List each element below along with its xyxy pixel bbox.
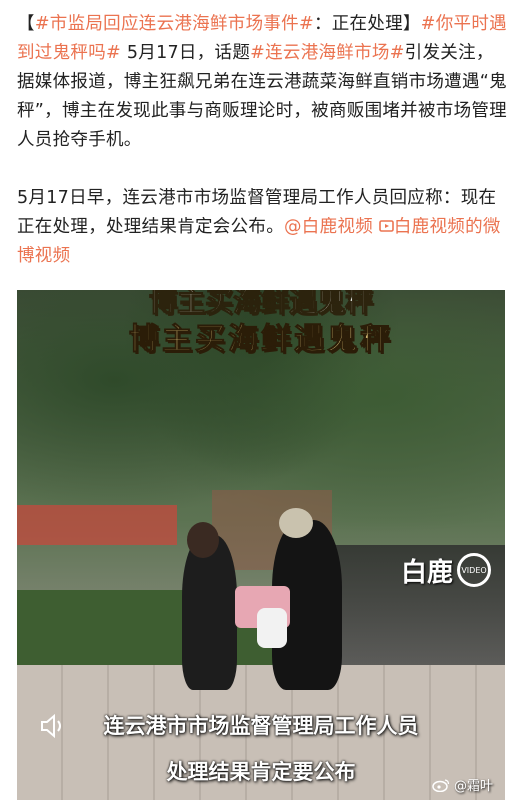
bailu-watermark-text: 白鹿 bbox=[400, 557, 453, 588]
person-man-hat bbox=[279, 508, 313, 538]
post-paragraph-1: 【#市监局回应连云港海鲜市场事件#：正在处理】#你平时遇到过鬼秤吗# 5月17日… bbox=[17, 10, 509, 155]
bracket-text: 【 bbox=[17, 14, 35, 34]
post-text: 5月17日，话题 bbox=[120, 43, 251, 63]
topic-link-seafood-market[interactable]: #连云港海鲜市场# bbox=[250, 43, 405, 63]
white-bag bbox=[257, 608, 287, 648]
bailu-watermark-logo: VIDEO bbox=[457, 553, 491, 587]
video-thumbnail[interactable]: 博主买海鲜遇鬼秤 博主买海鲜遇鬼秤 白鹿 VIDEO 连云港市市场监督管理局工作… bbox=[17, 290, 505, 800]
person-woman-head bbox=[187, 522, 219, 558]
post-text: ：正在处理】 bbox=[313, 14, 421, 34]
person-woman bbox=[182, 535, 237, 690]
topic-link-market-event[interactable]: #市监局回应连云港海鲜市场事件# bbox=[35, 14, 314, 34]
video-link-icon bbox=[379, 220, 394, 232]
weibo-watermark: @霜叶 bbox=[432, 775, 493, 794]
mention-link[interactable]: @白鹿视频 bbox=[284, 217, 373, 237]
weibo-watermark-text: @霜叶 bbox=[453, 779, 493, 794]
video-headline: 博主买海鲜遇鬼秤 bbox=[129, 322, 393, 358]
post-paragraph-2: 5月17日早，连云港市市场监督管理局工作人员回应称：现在正在处理，处理结果肯定会… bbox=[17, 184, 509, 271]
bailu-watermark: 白鹿 VIDEO bbox=[401, 552, 491, 588]
post-body: 【#市监局回应连云港海鲜市场事件#：正在处理】#你平时遇到过鬼秤吗# 5月17日… bbox=[17, 10, 509, 271]
subtitle-line-1: 连云港市市场监督管理局工作人员 bbox=[103, 714, 419, 738]
background-shop-sign bbox=[17, 505, 177, 545]
weibo-icon bbox=[432, 778, 450, 792]
